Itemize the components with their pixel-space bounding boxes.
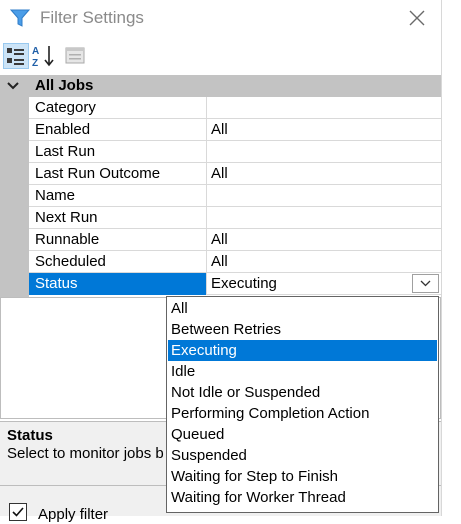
status-value[interactable]: Executing: [211, 275, 277, 292]
property-value: All: [211, 121, 228, 138]
apply-filter-checkbox[interactable]: [9, 503, 27, 521]
column-divider: [206, 163, 207, 185]
window-title: Filter Settings: [40, 8, 144, 27]
property-name: Last Run Outcome: [35, 165, 161, 182]
column-divider: [206, 119, 207, 141]
property-row[interactable]: Scheduled All: [29, 251, 441, 273]
property-row[interactable]: Name: [29, 185, 441, 207]
property-row[interactable]: Runnable All: [29, 229, 441, 251]
dropdown-option[interactable]: Performing Completion Action: [168, 403, 437, 424]
dropdown-option-selected[interactable]: Executing: [168, 340, 437, 361]
dropdown-option[interactable]: Queued: [168, 424, 437, 445]
chevron-down-icon[interactable]: [6, 79, 20, 93]
property-name: Next Run: [35, 209, 98, 226]
property-pages-icon: [65, 47, 85, 64]
column-divider: [206, 273, 207, 295]
column-divider: [206, 97, 207, 119]
property-value: All: [211, 165, 228, 182]
property-value: All: [211, 231, 228, 248]
svg-text:Z: Z: [32, 58, 38, 69]
property-row[interactable]: Last Run: [29, 141, 441, 163]
chevron-down-icon: [420, 280, 431, 287]
category-label: All Jobs: [35, 77, 94, 94]
dropdown-option[interactable]: Between Retries: [168, 319, 437, 340]
property-name: Name: [35, 187, 76, 204]
property-row[interactable]: Last Run Outcome All: [29, 163, 441, 185]
status-dropdown-list[interactable]: All Between Retries Executing Idle Not I…: [166, 296, 439, 513]
close-icon[interactable]: [405, 6, 429, 30]
property-name: Runnable: [35, 231, 100, 248]
dropdown-option[interactable]: Idle: [168, 361, 437, 382]
grid-gutter: [0, 97, 29, 317]
column-divider: [206, 229, 207, 251]
title-bar: Filter Settings: [0, 0, 441, 36]
column-divider: [206, 185, 207, 207]
dropdown-option[interactable]: Not Idle or Suspended: [168, 382, 437, 403]
property-row-status[interactable]: Status Executing: [29, 273, 441, 295]
dropdown-option[interactable]: Suspended: [168, 445, 437, 466]
categorized-button[interactable]: [3, 43, 29, 69]
window-edge: [441, 0, 442, 516]
dropdown-option[interactable]: Waiting for Worker Thread: [168, 487, 437, 508]
property-name: Scheduled: [35, 253, 106, 270]
description-title: Status: [7, 427, 53, 444]
alphabetical-button[interactable]: A Z: [31, 43, 57, 69]
property-grid-toolbar: A Z: [0, 40, 441, 72]
filter-icon: [9, 9, 31, 27]
description-text: Select to monitor jobs b: [7, 445, 164, 462]
dropdown-option[interactable]: Waiting for Step to Finish: [168, 466, 437, 487]
checkmark-icon: [12, 507, 24, 517]
category-row[interactable]: All Jobs: [0, 75, 441, 97]
property-pages-button[interactable]: [63, 43, 89, 69]
dropdown-option[interactable]: All: [168, 298, 437, 319]
column-divider: [206, 251, 207, 273]
property-name: Enabled: [35, 121, 91, 138]
apply-filter-label[interactable]: Apply filter: [38, 506, 108, 523]
property-value: All: [211, 253, 228, 270]
dropdown-button[interactable]: [412, 274, 439, 293]
property-name: Category: [35, 99, 96, 116]
categorized-icon: [7, 48, 24, 65]
alphabetical-sort-icon: A Z: [32, 46, 54, 69]
column-divider: [206, 207, 207, 229]
property-name: Status: [35, 275, 78, 292]
svg-text:A: A: [32, 46, 39, 57]
property-name: Last Run: [35, 143, 96, 160]
column-divider: [206, 141, 207, 163]
property-row[interactable]: Next Run: [29, 207, 441, 229]
property-row[interactable]: Enabled All: [29, 119, 441, 141]
property-row[interactable]: Category: [29, 97, 441, 119]
